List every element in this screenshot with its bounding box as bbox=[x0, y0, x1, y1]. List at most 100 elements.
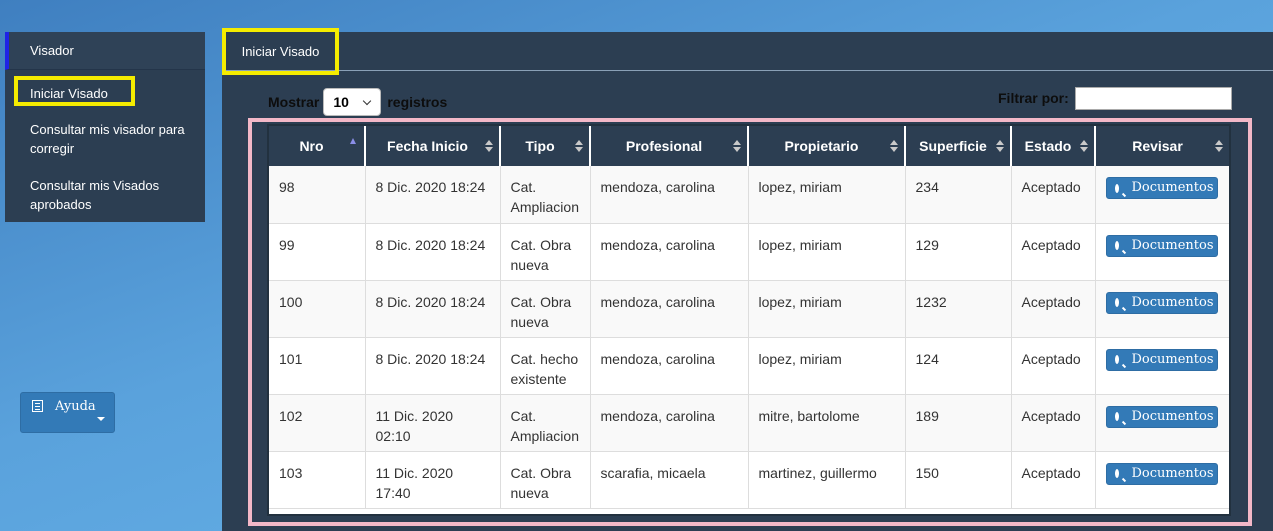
cell-superficie: 189 bbox=[905, 394, 1012, 452]
sidebar-item-iniciar-visado[interactable]: Iniciar Visado bbox=[5, 76, 205, 110]
sort-asc-icon bbox=[350, 138, 356, 144]
header-label: Revisar bbox=[1132, 138, 1183, 154]
button-label: Documentos bbox=[1131, 351, 1214, 367]
column-header-nro[interactable]: Nro bbox=[269, 126, 366, 166]
cell-profesional: mendoza, carolina bbox=[590, 337, 749, 395]
filter-input[interactable] bbox=[1075, 87, 1232, 110]
tab-iniciar-visado[interactable]: Iniciar Visado bbox=[222, 28, 339, 75]
cell-revisar: Documentos bbox=[1095, 337, 1229, 395]
tab-label: Iniciar Visado bbox=[241, 44, 320, 59]
sort-icon bbox=[1080, 140, 1088, 152]
header-label: Propietario bbox=[784, 138, 859, 154]
cell-fecha: 11 Dic. 2020 02:10 bbox=[365, 394, 501, 452]
column-header-profesional[interactable]: Profesional bbox=[590, 126, 749, 166]
help-label: Ayuda bbox=[55, 399, 96, 414]
cell-superficie: 124 bbox=[905, 337, 1012, 395]
cell-nro: 102 bbox=[269, 394, 366, 452]
cell-superficie: 234 bbox=[905, 166, 1012, 224]
cell-revisar: Documentos bbox=[1095, 451, 1229, 509]
sidebar-item-label: Consultar mis visador para corregir bbox=[30, 122, 185, 156]
sort-icon bbox=[890, 140, 898, 152]
cell-tipo: Cat. Ampliacion bbox=[500, 394, 591, 452]
page-size-select[interactable]: 10 bbox=[323, 88, 382, 116]
cell-propietario: lopez, miriam bbox=[748, 337, 906, 395]
documentos-button[interactable]: Documentos bbox=[1105, 234, 1218, 257]
cell-tipo: Cat. Obra nueva bbox=[500, 223, 591, 281]
help-dropdown-button[interactable]: Ayuda bbox=[20, 392, 115, 433]
header-label: Nro bbox=[299, 138, 324, 154]
cell-superficie: 1232 bbox=[905, 280, 1012, 338]
data-table: Nro Fecha Inicio Tipo Profesional Propie… bbox=[267, 124, 1231, 516]
documentos-button[interactable]: Documentos bbox=[1105, 405, 1218, 428]
filter-label: Filtrar por: bbox=[998, 90, 1069, 106]
column-header-estado[interactable]: Estado bbox=[1011, 126, 1096, 166]
cell-revisar: Documentos bbox=[1095, 223, 1229, 281]
header-label: Fecha Inicio bbox=[387, 138, 468, 154]
records-label: registros bbox=[387, 94, 448, 110]
sort-icon bbox=[733, 140, 741, 152]
table-header-row: Nro Fecha Inicio Tipo Profesional Propie… bbox=[269, 126, 1229, 166]
sidebar-item-label: Iniciar Visado bbox=[30, 85, 108, 101]
cell-estado: Aceptado bbox=[1011, 280, 1096, 338]
sidebar-item-consultar-aprobados[interactable]: Consultar mis Visados aprobados bbox=[5, 166, 205, 222]
sidebar: Visador Iniciar Visado Consultar mis vis… bbox=[5, 32, 205, 222]
button-label: Documentos bbox=[1131, 237, 1214, 253]
cell-tipo: Cat. Obra nueva bbox=[500, 451, 591, 509]
sidebar-item-consultar-corregir[interactable]: Consultar mis visador para corregir bbox=[5, 110, 205, 166]
header-label: Superficie bbox=[919, 138, 987, 154]
table-row: 98 8 Dic. 2020 18:24 Cat. Ampliacion men… bbox=[269, 166, 1229, 224]
page-size-value: 10 bbox=[333, 94, 349, 110]
cell-tipo: Cat. Ampliacion bbox=[500, 166, 591, 224]
table-row: 99 8 Dic. 2020 18:24 Cat. Obra nueva men… bbox=[269, 223, 1229, 281]
chevron-down-icon bbox=[363, 96, 372, 106]
button-label: Documentos bbox=[1131, 465, 1214, 481]
cell-superficie: 129 bbox=[905, 223, 1012, 281]
search-icon bbox=[1114, 298, 1119, 307]
cell-profesional: mendoza, carolina bbox=[590, 280, 749, 338]
documentos-button[interactable]: Documentos bbox=[1105, 462, 1218, 485]
documentos-button[interactable]: Documentos bbox=[1105, 291, 1218, 314]
cell-profesional: mendoza, carolina bbox=[590, 394, 749, 452]
cell-nro: 101 bbox=[269, 337, 366, 395]
sidebar-item-label: Visador bbox=[30, 43, 74, 58]
column-header-revisar[interactable]: Revisar bbox=[1095, 126, 1229, 166]
search-icon bbox=[1114, 469, 1119, 478]
main-panel: Iniciar Visado Mostrar 10 registros Filt… bbox=[222, 28, 1273, 531]
page-length-control: Mostrar 10 registros bbox=[268, 88, 447, 116]
cell-propietario: lopez, miriam bbox=[748, 223, 906, 281]
sort-icon bbox=[996, 140, 1004, 152]
sidebar-item-label: Consultar mis Visados aprobados bbox=[30, 178, 160, 212]
column-header-superficie[interactable]: Superficie bbox=[905, 126, 1012, 166]
cell-nro: 99 bbox=[269, 223, 366, 281]
table-row: 102 11 Dic. 2020 02:10 Cat. Ampliacion m… bbox=[269, 394, 1229, 452]
search-icon bbox=[1114, 183, 1119, 193]
column-header-fecha[interactable]: Fecha Inicio bbox=[365, 126, 501, 166]
cell-superficie: 150 bbox=[905, 451, 1012, 509]
cell-nro: 103 bbox=[269, 451, 366, 509]
cell-profesional: mendoza, carolina bbox=[590, 223, 749, 281]
documentos-button[interactable]: Documentos bbox=[1105, 348, 1218, 371]
cell-tipo: Cat. Obra nueva bbox=[500, 280, 591, 338]
caret-down-icon bbox=[97, 417, 105, 421]
cell-estado: Aceptado bbox=[1011, 451, 1096, 509]
column-header-propietario[interactable]: Propietario bbox=[748, 126, 906, 166]
book-icon bbox=[32, 400, 43, 412]
documentos-button[interactable]: Documentos bbox=[1105, 177, 1218, 199]
sort-icon bbox=[485, 140, 493, 152]
search-icon bbox=[1114, 412, 1119, 421]
cell-fecha: 8 Dic. 2020 18:24 bbox=[365, 166, 501, 224]
search-icon bbox=[1114, 241, 1119, 250]
cell-revisar: Documentos bbox=[1095, 394, 1229, 452]
header-label: Estado bbox=[1024, 138, 1072, 154]
cell-estado: Aceptado bbox=[1011, 223, 1096, 281]
cell-fecha: 11 Dic. 2020 17:40 bbox=[365, 451, 501, 509]
search-icon bbox=[1114, 355, 1119, 364]
column-header-tipo[interactable]: Tipo bbox=[500, 126, 591, 166]
sidebar-header-visador[interactable]: Visador bbox=[5, 32, 205, 70]
cell-profesional: scarafia, micaela bbox=[590, 451, 749, 509]
cell-tipo: Cat. hecho existente bbox=[500, 337, 591, 395]
show-label: Mostrar bbox=[268, 94, 320, 110]
header-label: Tipo bbox=[525, 138, 555, 154]
cell-revisar: Documentos bbox=[1095, 166, 1229, 224]
cell-nro: 98 bbox=[269, 166, 366, 224]
